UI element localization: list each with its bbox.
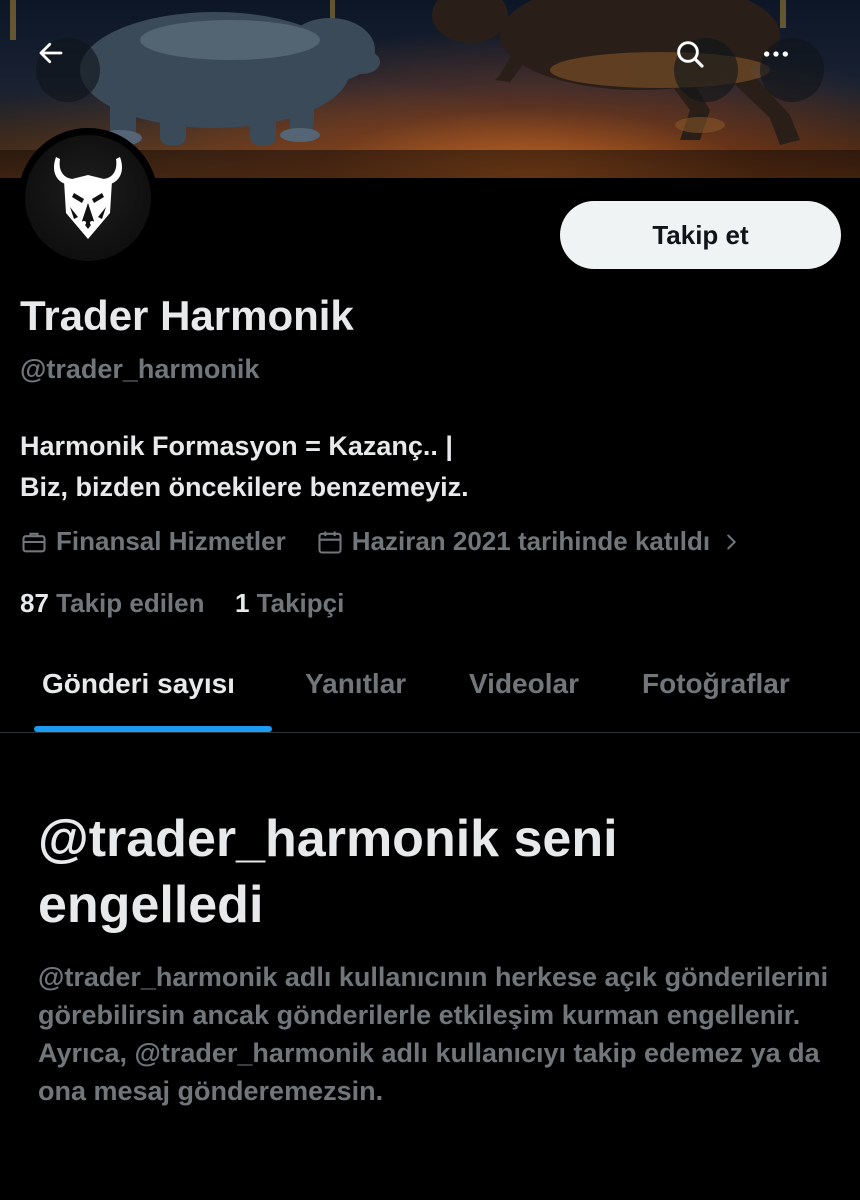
profile-joined: Haziran 2021 tarihinde katıldı — [351, 526, 711, 556]
more-button[interactable] — [760, 38, 824, 102]
blocked-description: @trader_harmonik adlı kullanıcının herke… — [38, 962, 829, 1106]
followers-link[interactable]: 1 Takipçi — [235, 588, 344, 618]
back-arrow-icon — [39, 42, 63, 64]
profile-name: Trader Harmonik — [20, 292, 354, 339]
profile-stats: 87 Takip edilen 1 Takipçi — [20, 588, 344, 619]
bio-line-1: Harmonik Formasyon = Kazanç.. | — [20, 431, 453, 461]
blocked-title: @trader_harmonik seni engelledi — [38, 810, 618, 934]
avatar[interactable] — [18, 128, 158, 268]
bio-line-2: Biz, bizden öncekilere benzemeyiz. — [20, 472, 469, 502]
search-icon — [677, 41, 704, 68]
followers-count: 1 — [234, 588, 250, 618]
back-button[interactable] — [36, 38, 100, 102]
search-button[interactable] — [674, 38, 738, 102]
profile-category: Finansal Hizmetler — [56, 526, 286, 556]
briefcase-icon — [20, 528, 48, 556]
profile-meta: Finansal Hizmetler Haziran 2021 tarihind… — [20, 526, 750, 557]
profile-handle: @trader_harmonik — [20, 354, 260, 384]
avatar-image — [25, 135, 151, 261]
tab-videos[interactable]: Videolar — [469, 668, 579, 700]
following-count: 87 — [20, 588, 49, 618]
tab-replies[interactable]: Yanıtlar — [305, 668, 406, 700]
bull-logo-icon — [53, 157, 123, 239]
profile-bio: Harmonik Formasyon = Kazanç.. | Biz, biz… — [20, 426, 469, 508]
follow-button[interactable]: Takip et — [560, 201, 841, 269]
chevron-right-icon[interactable] — [720, 531, 742, 553]
tab-posts[interactable]: Gönderi sayısı — [42, 668, 235, 700]
calendar-icon — [316, 528, 344, 556]
active-tab-indicator — [34, 726, 272, 732]
tab-photos[interactable]: Fotoğraflar — [642, 668, 790, 700]
followers-label: Takipçi — [256, 588, 345, 618]
following-label: Takip edilen — [56, 588, 205, 618]
following-link[interactable]: 87 Takip edilen — [20, 588, 212, 618]
profile-tabs: Gönderi sayısı Yanıtlar Videolar Fotoğra… — [0, 640, 860, 733]
more-icon — [764, 51, 788, 57]
